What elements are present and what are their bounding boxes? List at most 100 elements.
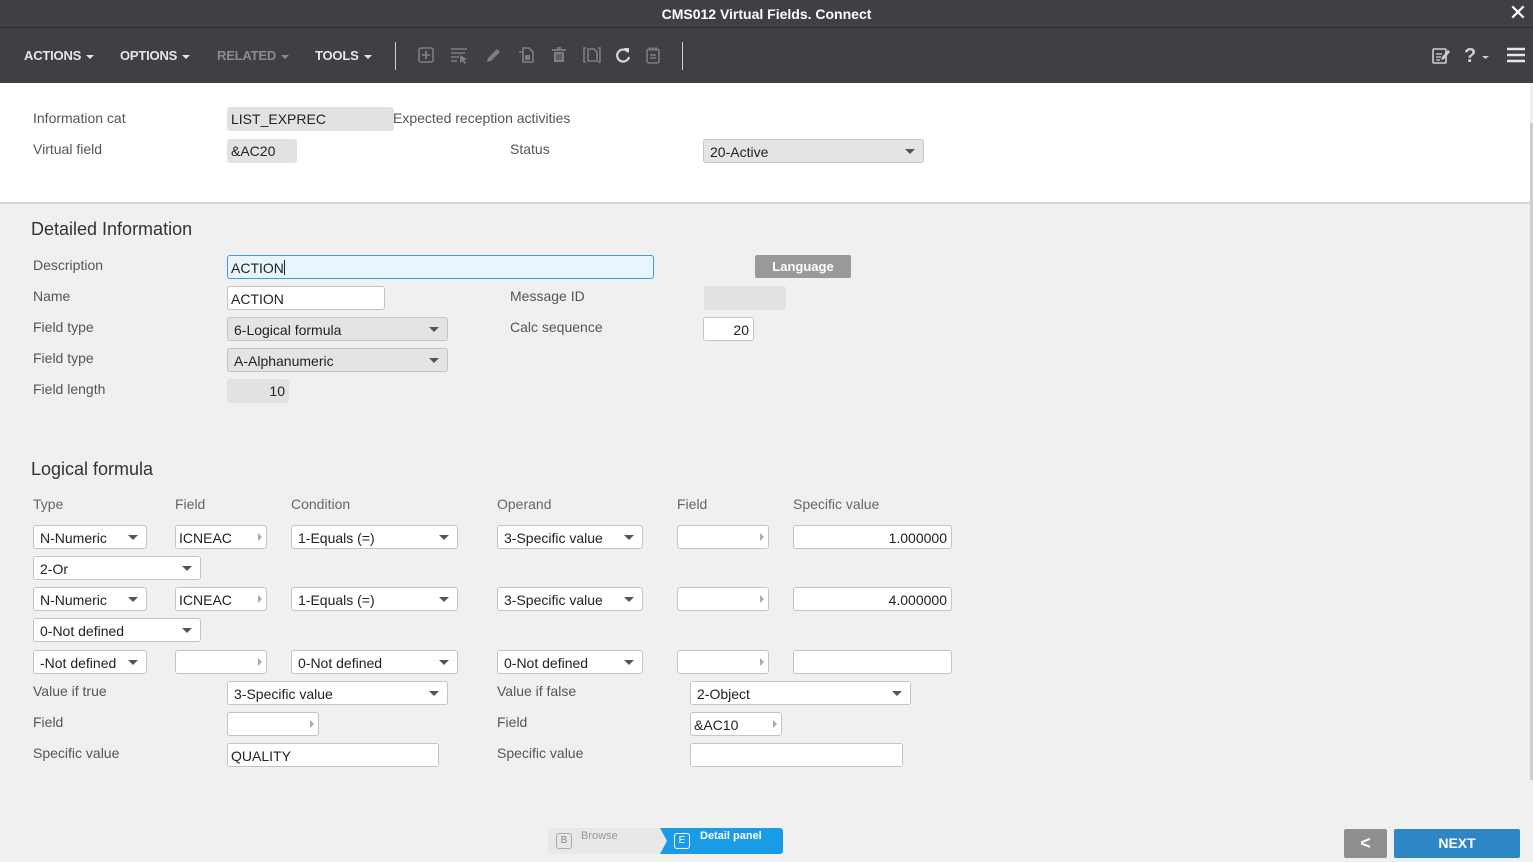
chevron-down-icon xyxy=(624,660,634,665)
options-menu-label: OPTIONS xyxy=(120,48,178,63)
value-if-true-label: Value if true xyxy=(33,683,107,699)
row1-type-select[interactable]: N-Numeric xyxy=(33,525,147,549)
copy-icon[interactable] xyxy=(516,45,536,65)
false-specific-label: Specific value xyxy=(497,745,584,761)
svg-text:?: ? xyxy=(1464,45,1476,65)
connector2-value: 0-Not defined xyxy=(40,623,125,639)
field-type-label: Field type xyxy=(33,319,94,335)
data-type-value: A-Alphanumeric xyxy=(234,353,334,369)
chevron-down-icon xyxy=(905,149,915,154)
browse-panel-tab[interactable]: B Browse xyxy=(548,828,668,854)
related-menu[interactable]: RELATED xyxy=(217,48,290,63)
chevron-down-icon xyxy=(429,327,439,332)
row1-condition-value: 1-Equals (=) xyxy=(298,530,375,546)
row2-operand-select[interactable]: 3-Specific value xyxy=(497,587,643,611)
chevron-down-icon xyxy=(182,628,192,633)
chevron-right-icon xyxy=(258,658,262,666)
refresh-icon[interactable] xyxy=(613,45,633,65)
row3-field2-lookup[interactable] xyxy=(677,650,769,674)
tools-menu[interactable]: TOOLS xyxy=(315,48,372,63)
value-if-false-value: 2-Object xyxy=(697,686,750,702)
row1-condition-select[interactable]: 1-Equals (=) xyxy=(291,525,458,549)
edit-icon[interactable] xyxy=(483,45,503,65)
row1-field2-lookup[interactable] xyxy=(677,525,769,549)
caret-down-icon xyxy=(281,54,290,59)
row1-specific-value-input[interactable]: 1.000000 xyxy=(793,525,952,549)
help-icon[interactable]: ? xyxy=(1462,45,1492,67)
chevron-right-icon xyxy=(760,533,764,541)
toolbar-divider xyxy=(395,42,396,70)
chevron-down-icon xyxy=(624,535,634,540)
message-id-label: Message ID xyxy=(510,288,585,304)
row1-field-value: ICNEAC xyxy=(179,530,232,546)
data-type-select[interactable]: A-Alphanumeric xyxy=(227,348,448,372)
col-specific-value: Specific value xyxy=(793,496,880,512)
row1-type-value: N-Numeric xyxy=(40,530,107,546)
true-specific-value-input[interactable]: QUALITY xyxy=(227,743,439,767)
chevron-down-icon xyxy=(439,535,449,540)
row2-field-lookup[interactable]: ICNEAC xyxy=(175,587,267,611)
new-icon[interactable] xyxy=(416,45,436,65)
status-label: Status xyxy=(510,141,550,157)
value-if-true-value: 3-Specific value xyxy=(234,686,333,702)
true-field-lookup[interactable] xyxy=(227,712,319,736)
chevron-right-icon xyxy=(760,595,764,603)
description-input[interactable]: ACTION xyxy=(227,255,654,279)
caret-down-icon xyxy=(86,54,95,59)
virtual-field-field: &AC20 xyxy=(227,139,297,163)
chevron-right-icon xyxy=(773,720,777,728)
actions-menu[interactable]: ACTIONS xyxy=(24,48,95,63)
toolbar: ACTIONS OPTIONS RELATED TOOLS ? xyxy=(0,28,1533,83)
name-label: Name xyxy=(33,288,71,304)
personalize-icon[interactable] xyxy=(1431,45,1451,65)
value-if-true-select[interactable]: 3-Specific value xyxy=(227,681,448,705)
select-icon[interactable] xyxy=(449,45,469,65)
row2-specific-value-input[interactable]: 4.000000 xyxy=(793,587,952,611)
connector1-value: 2-Or xyxy=(40,561,68,577)
connector2-select[interactable]: 0-Not defined xyxy=(33,618,201,642)
close-icon[interactable]: ✕ xyxy=(1507,2,1529,24)
text-cursor xyxy=(283,260,285,275)
row2-operand-value: 3-Specific value xyxy=(504,592,603,608)
notes-icon[interactable] xyxy=(643,45,663,65)
virtual-field-label: Virtual field xyxy=(33,141,103,157)
false-field-label: Field xyxy=(497,714,528,730)
field-type-select[interactable]: 6-Logical formula xyxy=(227,317,448,341)
chevron-down-icon xyxy=(624,597,634,602)
browse-key-badge: B xyxy=(556,833,572,849)
detail-panel-tab[interactable]: E Detail panel xyxy=(660,828,783,854)
info-cat-label: Information cat xyxy=(33,110,126,126)
row3-field-lookup[interactable] xyxy=(175,650,267,674)
row3-operand-select[interactable]: 0-Not defined xyxy=(497,650,643,674)
calc-sequence-input[interactable]: 20 xyxy=(703,317,754,341)
row3-specific-value-input[interactable] xyxy=(793,650,952,674)
chevron-down-icon xyxy=(892,691,902,696)
title-bar: CMS012 Virtual Fields. Connect ✕ xyxy=(0,0,1533,28)
browse-label: Browse xyxy=(581,830,618,842)
language-button[interactable]: Language xyxy=(755,255,851,278)
row2-condition-select[interactable]: 1-Equals (=) xyxy=(291,587,458,611)
status-select[interactable]: 20-Active xyxy=(703,139,924,163)
name-input[interactable]: ACTION xyxy=(227,286,385,310)
delete-icon[interactable] xyxy=(549,45,569,65)
description-label: Description xyxy=(33,257,104,273)
row3-condition-select[interactable]: 0-Not defined xyxy=(291,650,458,674)
col-operand: Operand xyxy=(497,496,552,512)
false-specific-value-input[interactable] xyxy=(690,743,903,767)
row2-field2-lookup[interactable] xyxy=(677,587,769,611)
chevron-down-icon xyxy=(439,660,449,665)
display-icon[interactable] xyxy=(582,45,602,65)
row1-operand-select[interactable]: 3-Specific value xyxy=(497,525,643,549)
row3-type-select[interactable]: -Not defined xyxy=(33,650,147,674)
hamburger-menu-icon[interactable] xyxy=(1506,45,1526,65)
connector1-select[interactable]: 2-Or xyxy=(33,556,201,580)
row2-type-select[interactable]: N-Numeric xyxy=(33,587,147,611)
value-if-false-select[interactable]: 2-Object xyxy=(690,681,911,705)
back-button[interactable]: < xyxy=(1344,829,1387,858)
caret-down-icon xyxy=(182,54,191,59)
options-menu[interactable]: OPTIONS xyxy=(120,48,191,63)
row1-field-lookup[interactable]: ICNEAC xyxy=(175,525,267,549)
next-button[interactable]: NEXT xyxy=(1394,829,1520,858)
false-field-lookup[interactable]: &AC10 xyxy=(690,712,782,736)
row3-type-value: -Not defined xyxy=(40,655,117,671)
